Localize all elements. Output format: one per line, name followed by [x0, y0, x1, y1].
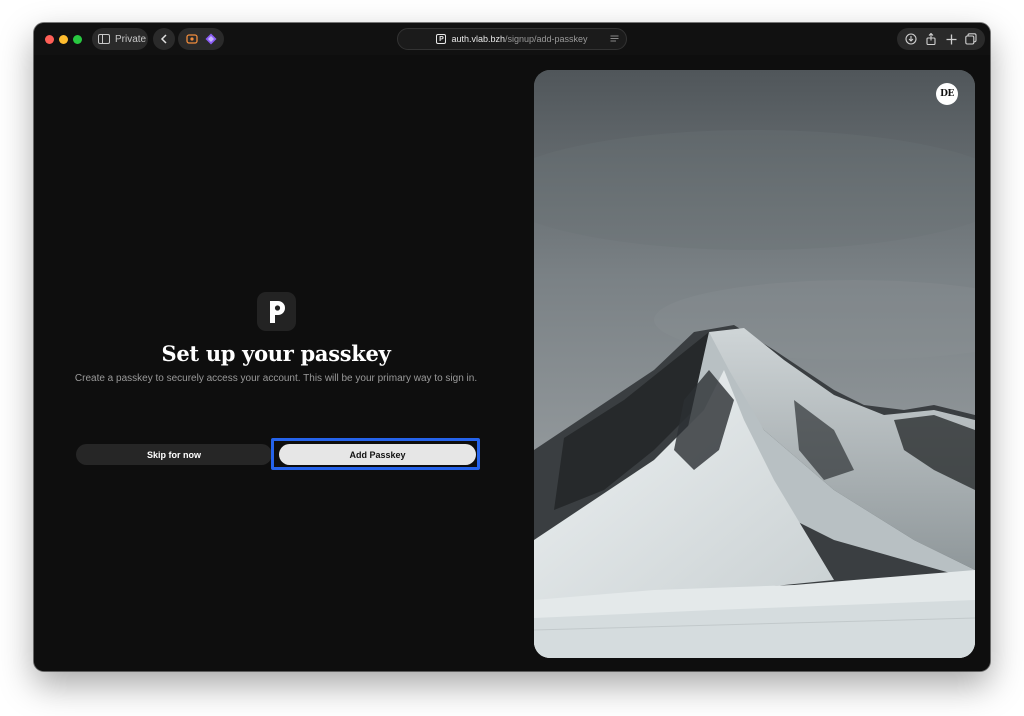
favicon: P [436, 34, 447, 44]
sidebar-toggle-button[interactable]: Private [92, 28, 148, 50]
download-icon[interactable] [905, 33, 917, 45]
maximize-window-button[interactable] [73, 35, 82, 44]
add-passkey-button[interactable]: Add Passkey [279, 444, 476, 465]
page-content: Set up your passkey Create a passkey to … [34, 55, 990, 671]
language-badge[interactable]: DE [936, 83, 958, 105]
url-host: auth.vlab.bzh [451, 34, 505, 44]
back-button[interactable] [153, 28, 175, 50]
browser-toolbar: Private P auth.vlab.bzh/signup/add-passk… [34, 23, 990, 55]
app-logo [257, 292, 296, 331]
extension-icon[interactable] [205, 33, 217, 45]
sidebar-icon [98, 34, 110, 44]
share-icon[interactable] [925, 33, 937, 45]
mountain-illustration [534, 70, 975, 658]
skip-for-now-button[interactable]: Skip for now [76, 444, 272, 465]
page-title: Set up your passkey [161, 341, 391, 366]
address-bar[interactable]: P auth.vlab.bzh/signup/add-passkey [397, 28, 627, 50]
extension-icon[interactable] [185, 33, 198, 45]
reader-icon[interactable] [610, 34, 619, 43]
plus-icon[interactable] [946, 34, 957, 45]
toolbar-actions [897, 28, 985, 50]
private-label: Private [115, 33, 147, 45]
brand-logo-icon [269, 300, 285, 323]
page-subtitle: Create a passkey to securely access your… [74, 373, 478, 384]
browser-window: Private P auth.vlab.bzh/signup/add-passk… [34, 23, 990, 671]
url-path: /signup/add-passkey [504, 34, 588, 44]
tabs-icon[interactable] [965, 33, 977, 45]
extensions-group [178, 28, 224, 50]
close-window-button[interactable] [45, 35, 54, 44]
minimize-window-button[interactable] [59, 35, 68, 44]
back-chevron-icon [160, 34, 167, 44]
hero-image: DE [534, 70, 975, 658]
